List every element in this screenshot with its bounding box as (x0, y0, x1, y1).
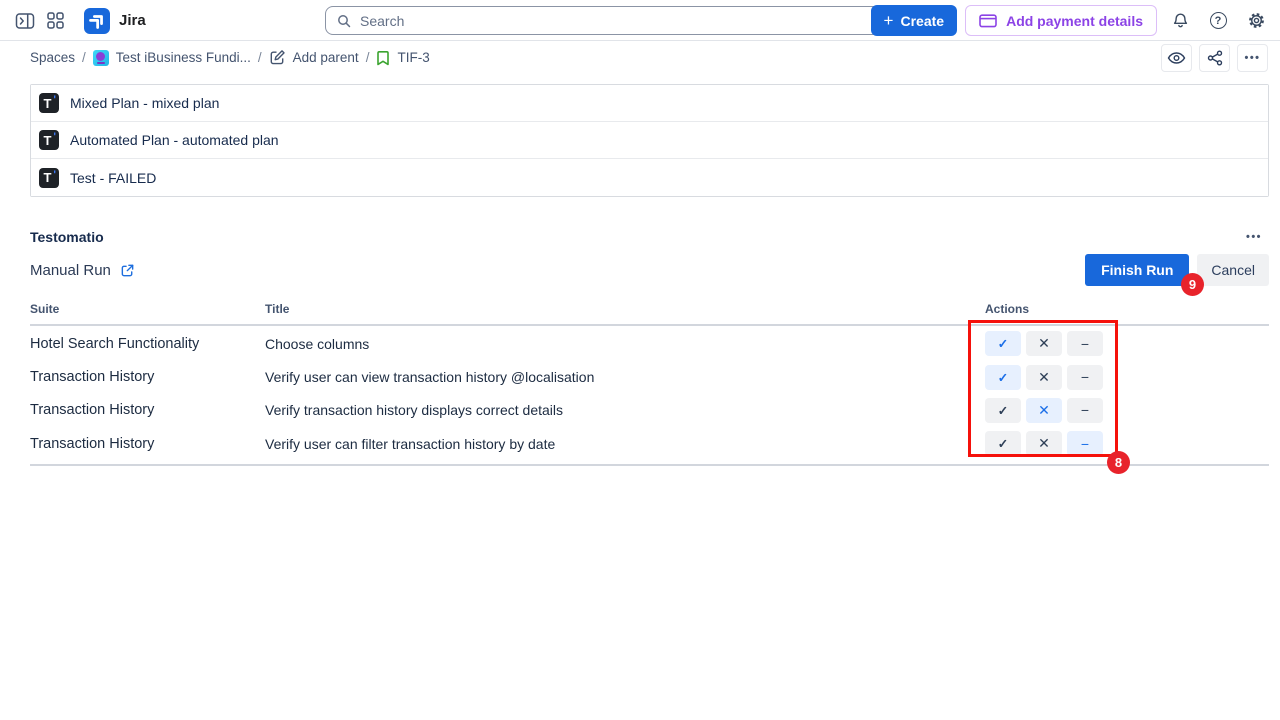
action-pass-button[interactable]: ✓ (985, 331, 1021, 356)
actions-cell: ✓ ✕ − (985, 431, 1269, 456)
topbar-left-group: Jira (10, 0, 146, 41)
share-button[interactable] (1199, 44, 1230, 72)
question-icon: ? (1210, 12, 1227, 29)
plan-list-item[interactable]: T ' Test - FAILED (31, 159, 1268, 196)
plus-icon: + (884, 12, 894, 29)
bell-icon (1171, 11, 1190, 31)
cancel-button[interactable]: Cancel (1197, 254, 1269, 286)
suite-cell: Hotel Search Functionality (30, 336, 265, 352)
page-content: T ' Mixed Plan - mixed plan T ' Automate… (0, 74, 1280, 466)
sidebar-toggle-icon (15, 12, 35, 30)
plan-label: Automated Plan - automated plan (70, 132, 279, 148)
suite-cell: Transaction History (30, 369, 265, 385)
title-cell: Verify user can view transaction history… (265, 369, 985, 385)
action-skip-button[interactable]: − (1067, 365, 1103, 390)
app-switcher-icon (46, 11, 65, 30)
action-fail-button[interactable]: ✕ (1026, 331, 1062, 356)
sidebar-toggle-button[interactable] (10, 6, 40, 36)
breadcrumb: Spaces / Test iBusiness Fundi... / Add p… (0, 41, 1280, 74)
topbar-right-group: + Create Add payment details ? (871, 5, 1271, 36)
test-plan-list: T ' Mixed Plan - mixed plan T ' Automate… (30, 84, 1269, 197)
plan-list-item[interactable]: T ' Mixed Plan - mixed plan (31, 85, 1268, 122)
title-cell: Verify user can filter transaction histo… (265, 436, 985, 452)
table-header-row: Suite Title Actions (30, 302, 1269, 326)
title-cell: Choose columns (265, 336, 985, 352)
manual-run-row: Manual Run Finish Run Cancel (30, 253, 1269, 287)
search-icon (336, 13, 352, 29)
add-parent-button[interactable]: Add parent (269, 49, 359, 66)
eye-icon (1167, 51, 1186, 65)
gear-icon (1247, 11, 1266, 30)
action-skip-button[interactable]: − (1067, 431, 1103, 456)
actions-cell: ✓ ✕ − (985, 398, 1269, 423)
action-pass-button[interactable]: ✓ (985, 398, 1021, 423)
breadcrumb-separator: / (82, 50, 86, 65)
breadcrumb-spaces[interactable]: Spaces (30, 50, 75, 65)
create-button-label: Create (900, 13, 944, 29)
notifications-button[interactable] (1165, 6, 1195, 36)
testomatio-plan-icon: T ' (39, 93, 59, 113)
testomatio-section-header: Testomatio ••• (30, 227, 1269, 247)
action-skip-button[interactable]: − (1067, 398, 1103, 423)
action-fail-button[interactable]: ✕ (1026, 398, 1062, 423)
more-actions-button[interactable]: ••• (1237, 44, 1268, 72)
share-icon (1207, 50, 1223, 66)
project-avatar (93, 50, 109, 66)
actions-cell: ✓ ✕ − (985, 365, 1269, 390)
test-run-table: Suite Title Actions Hotel Search Functio… (30, 302, 1269, 466)
watch-button[interactable] (1161, 44, 1192, 72)
settings-button[interactable] (1241, 6, 1271, 36)
page-actions: ••• (1161, 44, 1268, 72)
table-row: Transaction History Verify user can filt… (30, 427, 1269, 460)
add-payment-details-button[interactable]: Add payment details (965, 5, 1157, 36)
breadcrumb-separator: / (366, 50, 370, 65)
run-label: Manual Run (30, 262, 111, 279)
section-more-button[interactable]: ••• (1239, 227, 1269, 247)
table-row: Transaction History Verify user can view… (30, 360, 1269, 393)
top-navigation-bar: Jira + Create Add payment details (0, 0, 1280, 41)
credit-card-icon (979, 14, 997, 28)
action-fail-button[interactable]: ✕ (1026, 431, 1062, 456)
table-row: Hotel Search Functionality Choose column… (30, 327, 1269, 360)
action-skip-button[interactable]: − (1067, 331, 1103, 356)
finish-run-button[interactable]: Finish Run (1085, 254, 1189, 286)
app-switcher-button[interactable] (40, 6, 70, 36)
testomatio-plan-icon: T ' (39, 168, 59, 188)
search-bar[interactable] (325, 6, 901, 35)
search-input[interactable] (360, 13, 890, 29)
ellipsis-icon: ••• (1246, 231, 1262, 243)
section-title: Testomatio (30, 229, 104, 245)
plan-list-item[interactable]: T ' Automated Plan - automated plan (31, 122, 1268, 159)
action-pass-button[interactable]: ✓ (985, 365, 1021, 390)
add-payment-details-label: Add payment details (1006, 13, 1143, 29)
breadcrumb-issue-label: TIF-3 (397, 50, 429, 65)
table-row: Transaction History Verify transaction h… (30, 394, 1269, 427)
external-link-icon[interactable] (120, 263, 135, 278)
column-header-title: Title (265, 302, 985, 316)
breadcrumb-project-label: Test iBusiness Fundi... (116, 50, 251, 65)
column-header-actions: Actions (985, 302, 1269, 316)
jira-logo-icon[interactable] (84, 8, 110, 34)
breadcrumb-issue[interactable]: TIF-3 (376, 50, 429, 66)
app-title: Jira (119, 12, 146, 29)
edit-icon (269, 49, 286, 66)
suite-cell: Transaction History (30, 402, 265, 418)
table-body: Hotel Search Functionality Choose column… (30, 326, 1269, 466)
action-fail-button[interactable]: ✕ (1026, 365, 1062, 390)
actions-cell: ✓ ✕ − (985, 331, 1269, 356)
create-button[interactable]: + Create (871, 5, 958, 36)
help-button[interactable]: ? (1203, 6, 1233, 36)
breadcrumb-project[interactable]: Test iBusiness Fundi... (93, 50, 251, 66)
title-cell: Verify transaction history displays corr… (265, 402, 985, 418)
plan-label: Mixed Plan - mixed plan (70, 95, 219, 111)
suite-cell: Transaction History (30, 436, 265, 452)
column-header-suite: Suite (30, 302, 265, 316)
plan-label: Test - FAILED (70, 170, 156, 186)
bookmark-icon (376, 50, 390, 66)
action-pass-button[interactable]: ✓ (985, 431, 1021, 456)
testomatio-plan-icon: T ' (39, 130, 59, 150)
ellipsis-icon: ••• (1244, 52, 1260, 64)
add-parent-label: Add parent (293, 50, 359, 65)
breadcrumb-separator: / (258, 50, 262, 65)
